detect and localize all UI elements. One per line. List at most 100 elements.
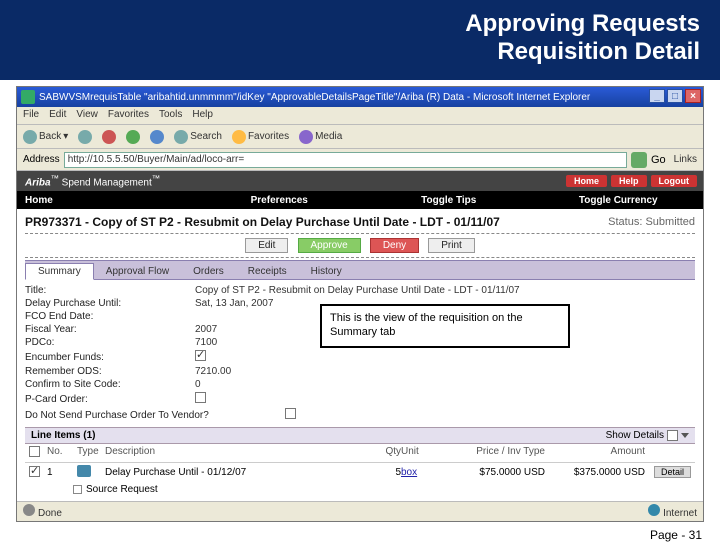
- line-item-row: 1 Delay Purchase Until - 01/12/07 5 box …: [25, 463, 695, 482]
- address-input[interactable]: http://10.5.5.50/Buyer/Main/ad/loco-arr=: [64, 152, 627, 168]
- address-label: Address: [23, 154, 60, 165]
- label-site: Confirm to Site Code:: [25, 379, 195, 390]
- row-desc: Delay Purchase Until - 01/12/07: [105, 467, 365, 478]
- col-no: No.: [47, 446, 77, 460]
- line-items-title: Line Items (1): [31, 430, 95, 441]
- address-bar: Address http://10.5.5.50/Buyer/Main/ad/l…: [17, 149, 703, 171]
- ie-app-icon: [21, 90, 35, 104]
- browser-menubar: File Edit View Favorites Tools Help: [17, 107, 703, 125]
- page-content: PR973371 - Copy of ST P2 - Resubmit on D…: [17, 209, 703, 501]
- menu-edit[interactable]: Edit: [49, 109, 66, 122]
- subnav-home[interactable]: Home: [17, 195, 195, 206]
- menu-favorites[interactable]: Favorites: [108, 109, 149, 122]
- slide-title-bar: Approving Requests Requisition Detail: [0, 0, 720, 80]
- requisition-title: PR973371 - Copy of ST P2 - Resubmit on D…: [25, 215, 500, 229]
- annotation-callout: This is the view of the requisition on t…: [320, 304, 570, 348]
- show-details-toggle[interactable]: Show Details: [606, 430, 689, 441]
- tab-summary[interactable]: Summary: [25, 263, 94, 280]
- trademark-icon-2: ™: [152, 173, 160, 183]
- line-items-count: (1): [83, 430, 95, 441]
- tab-history[interactable]: History: [299, 264, 354, 279]
- value-nosend: [285, 408, 695, 422]
- col-unit: Unit: [401, 446, 445, 460]
- checkbox-nosend[interactable]: [285, 408, 296, 419]
- requisition-status: Status: Submitted: [608, 216, 695, 228]
- row-no: 1: [47, 467, 77, 478]
- close-button[interactable]: ×: [685, 89, 701, 103]
- row-nosend: Do Not Send Purchase Order To Vendor?: [25, 407, 695, 423]
- print-button[interactable]: Print: [428, 238, 475, 253]
- menu-file[interactable]: File: [23, 109, 39, 122]
- approve-button[interactable]: Approve: [298, 238, 361, 253]
- stop-icon[interactable]: [102, 130, 116, 144]
- forward-icon[interactable]: [78, 130, 92, 144]
- status-right: Internet: [648, 504, 697, 519]
- checkbox-encumber[interactable]: [195, 350, 206, 361]
- divider: [25, 233, 695, 234]
- row-pcard: P-Card Order:: [25, 391, 695, 407]
- divider: [25, 257, 695, 258]
- col-desc: Description: [105, 446, 365, 460]
- line-items-columns: No. Type Description Qty Unit Price / In…: [25, 444, 695, 463]
- maximize-button[interactable]: □: [667, 89, 683, 103]
- show-details-checkbox[interactable]: [667, 430, 678, 441]
- deny-button[interactable]: Deny: [370, 238, 419, 253]
- subnav-toggle-tips[interactable]: Toggle Tips: [364, 195, 534, 206]
- status-left: Done: [23, 504, 62, 519]
- ariba-top-actions: Home Help Logout: [566, 175, 697, 187]
- tab-approval-flow[interactable]: Approval Flow: [94, 264, 181, 279]
- menu-tools[interactable]: Tools: [159, 109, 182, 122]
- row-amount: $375.0000 USD: [545, 467, 645, 478]
- select-all-checkbox[interactable]: [29, 446, 40, 457]
- label-pcard: P-Card Order:: [25, 394, 195, 405]
- address-value: http://10.5.5.50/Buyer/Main/ad/loco-arr=: [68, 154, 245, 165]
- row-checkbox[interactable]: [29, 466, 40, 477]
- label-nosend: Do Not Send Purchase Order To Vendor?: [25, 410, 285, 421]
- window-title: SABWVSMrequisTable "aribahtid.unmmmm"/id…: [39, 92, 590, 103]
- help-button[interactable]: Help: [611, 175, 647, 187]
- requisition-header: PR973371 - Copy of ST P2 - Resubmit on D…: [25, 213, 695, 231]
- menu-help[interactable]: Help: [192, 109, 213, 122]
- search-icon: [174, 130, 188, 144]
- col-qty: Qty: [365, 446, 401, 460]
- home-icon[interactable]: [150, 130, 164, 144]
- col-detail: [645, 446, 691, 460]
- media-label: Media: [315, 131, 342, 142]
- row-unit-link[interactable]: box: [401, 467, 417, 478]
- tab-receipts[interactable]: Receipts: [236, 264, 299, 279]
- back-button[interactable]: Back ▾: [23, 130, 68, 144]
- tree-expand-icon[interactable]: [73, 485, 82, 494]
- col-amount: Amount: [545, 446, 645, 460]
- detail-button[interactable]: Detail: [654, 466, 691, 478]
- search-label: Search: [190, 131, 222, 142]
- line-item-subrow: Source Request: [25, 482, 695, 499]
- edit-button[interactable]: Edit: [245, 238, 288, 253]
- checkbox-pcard[interactable]: [195, 392, 206, 403]
- status-done: Done: [38, 508, 62, 519]
- search-button[interactable]: Search: [174, 130, 222, 144]
- refresh-icon[interactable]: [126, 130, 140, 144]
- go-button[interactable]: [631, 152, 647, 168]
- action-buttons: Edit Approve Deny Print: [25, 236, 695, 255]
- label-encumber: Encumber Funds:: [25, 352, 195, 363]
- minimize-button[interactable]: _: [649, 89, 665, 103]
- value-title: Copy of ST P2 - Resubmit on Delay Purcha…: [195, 285, 695, 296]
- subnav-preferences[interactable]: Preferences: [195, 195, 365, 206]
- browser-statusbar: Done Internet: [17, 501, 703, 521]
- media-button[interactable]: Media: [299, 130, 342, 144]
- home-button[interactable]: Home: [566, 175, 607, 187]
- trademark-icon: ™: [51, 173, 59, 183]
- label-title: Title:: [25, 285, 195, 296]
- tab-orders[interactable]: Orders: [181, 264, 236, 279]
- links-menu[interactable]: Links: [674, 154, 697, 165]
- globe-icon: [648, 504, 660, 516]
- favorites-button[interactable]: Favorites: [232, 130, 289, 144]
- logout-button[interactable]: Logout: [651, 175, 698, 187]
- menu-view[interactable]: View: [76, 109, 98, 122]
- subnav-toggle-currency[interactable]: Toggle Currency: [534, 195, 704, 206]
- row-price: $75.0000 USD: [445, 467, 545, 478]
- row-encumber: Encumber Funds:: [25, 349, 695, 365]
- status-label: Status:: [608, 216, 642, 228]
- chevron-down-icon: [681, 433, 689, 438]
- label-fco: FCO End Date:: [25, 311, 195, 322]
